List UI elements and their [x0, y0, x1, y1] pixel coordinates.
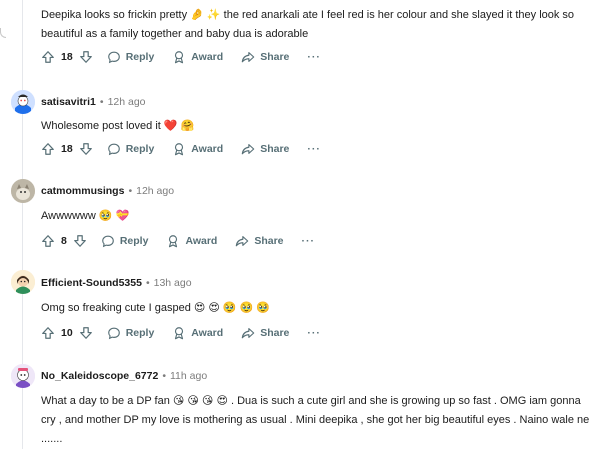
cat-photo-avatar-icon	[11, 179, 35, 203]
comment-actions: 8 Reply Award Share ···	[41, 232, 315, 250]
award-label: Award	[185, 235, 218, 247]
avatar[interactable]	[11, 179, 35, 203]
more-options-button[interactable]: ···	[307, 51, 321, 63]
share-label: Share	[260, 51, 290, 63]
comment-meta: No_Kaleidoscope_6772 • 11h ago	[41, 368, 207, 384]
award-label: Award	[191, 143, 224, 155]
reply-label: Reply	[125, 327, 155, 339]
comment-meta: catmommusings • 12h ago	[41, 183, 174, 199]
reply-button[interactable]: Reply	[107, 326, 155, 340]
comment-thread: Deepika looks so frickin pretty 🤌 ✨ the …	[0, 0, 600, 449]
downvote-arrow-icon[interactable]	[79, 142, 93, 156]
reply-label: Reply	[119, 235, 149, 247]
vote-count: 10	[61, 327, 73, 339]
comment-timestamp[interactable]: 12h ago	[108, 96, 146, 108]
comment-timestamp[interactable]: 12h ago	[136, 185, 174, 197]
snoo-avatar-icon	[11, 364, 35, 388]
downvote-arrow-icon[interactable]	[79, 326, 93, 340]
reply-bubble-icon	[107, 51, 120, 64]
downvote-arrow-icon[interactable]	[79, 50, 93, 64]
avatar[interactable]	[11, 364, 35, 388]
snoo-avatar-icon	[11, 90, 35, 114]
reply-button[interactable]: Reply	[101, 234, 149, 248]
share-label: Share	[254, 235, 284, 247]
username-link[interactable]: Efficient-Sound5355	[41, 277, 142, 289]
award-ribbon-icon	[175, 51, 184, 64]
award-ribbon-icon	[175, 327, 184, 340]
vote-count: 8	[61, 235, 67, 247]
comment-actions: 18 Reply Award Share ···	[41, 140, 321, 158]
comment-body: Awwwwww 🥹 💝	[41, 210, 130, 222]
reply-bubble-icon	[107, 327, 120, 340]
downvote-arrow-icon[interactable]	[73, 234, 87, 248]
comment-body: What a day to be a DP fan 😘 😘 😘 😍 . Dua …	[41, 395, 590, 445]
comment-meta: Efficient-Sound5355 • 13h ago	[41, 275, 192, 291]
avatar[interactable]	[11, 90, 35, 114]
award-button[interactable]: Award	[166, 234, 217, 248]
share-arrow-icon	[241, 52, 255, 63]
comment-body: Wholesome post loved it ❤️ 🤗	[41, 120, 195, 132]
username-link[interactable]: satisavitri1	[41, 96, 96, 108]
share-label: Share	[260, 143, 290, 155]
upvote-arrow-icon[interactable]	[41, 50, 55, 64]
more-options-button[interactable]: ···	[307, 327, 321, 339]
award-button[interactable]: Award	[172, 142, 223, 156]
share-label: Share	[260, 327, 290, 339]
share-button[interactable]: Share	[235, 234, 284, 248]
vote-count: 18	[61, 143, 73, 155]
more-options-button[interactable]: ···	[302, 235, 316, 247]
award-label: Award	[191, 327, 224, 339]
award-ribbon-icon	[175, 143, 184, 156]
comment-timestamp[interactable]: 13h ago	[154, 277, 192, 289]
meta-separator: •	[145, 277, 150, 289]
comment-body: Deepika looks so frickin pretty 🤌 ✨ the …	[41, 9, 575, 40]
share-button[interactable]: Share	[241, 326, 289, 340]
award-button[interactable]: Award	[172, 50, 223, 64]
vote-count: 18	[61, 51, 73, 63]
reply-label: Reply	[125, 143, 155, 155]
upvote-arrow-icon[interactable]	[41, 326, 55, 340]
vote-group: 18	[41, 50, 93, 64]
reply-bubble-icon	[107, 143, 120, 156]
upvote-arrow-icon[interactable]	[41, 234, 55, 248]
reply-bubble-icon	[102, 235, 114, 248]
more-options-button[interactable]: ···	[307, 143, 321, 155]
reply-button[interactable]: Reply	[107, 142, 155, 156]
award-button[interactable]: Award	[172, 326, 223, 340]
share-arrow-icon	[236, 236, 249, 247]
comment-timestamp[interactable]: 11h ago	[170, 370, 207, 382]
meta-separator: •	[162, 370, 166, 382]
avatar[interactable]	[11, 270, 35, 294]
snoo-avatar-icon	[11, 270, 35, 294]
username-link[interactable]: No_Kaleidoscope_6772	[41, 370, 158, 382]
meta-separator: •	[128, 185, 133, 197]
comment-body: Omg so freaking cute I gasped 😍 😍 🥹 🥹 🥹	[41, 302, 271, 314]
username-link[interactable]: catmommusings	[41, 185, 124, 197]
collapse-branch	[0, 28, 6, 38]
comment-actions: 10 Reply Award Share ···	[41, 324, 321, 342]
reply-label: Reply	[125, 51, 155, 63]
share-button[interactable]: Share	[241, 142, 289, 156]
vote-group: 18	[41, 142, 93, 156]
award-label: Award	[191, 51, 224, 63]
award-ribbon-icon	[169, 235, 178, 248]
vote-group: 8	[41, 234, 87, 248]
meta-separator: •	[99, 96, 104, 108]
comment-actions: 18 Reply Award Share ···	[41, 48, 321, 66]
vote-group: 10	[41, 326, 93, 340]
upvote-arrow-icon[interactable]	[41, 142, 55, 156]
share-arrow-icon	[241, 144, 255, 155]
share-arrow-icon	[241, 328, 255, 339]
share-button[interactable]: Share	[241, 50, 289, 64]
reply-button[interactable]: Reply	[107, 50, 155, 64]
comment-meta: satisavitri1 • 12h ago	[41, 94, 146, 110]
